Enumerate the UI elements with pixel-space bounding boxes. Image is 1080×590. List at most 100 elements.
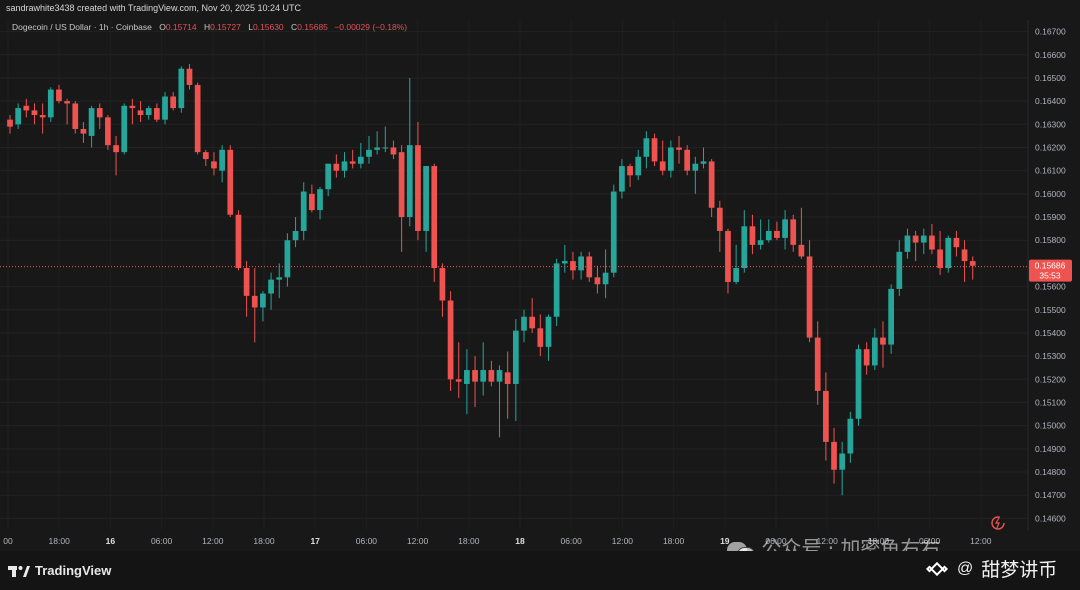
candle-body <box>488 370 495 382</box>
candlestick-chart[interactable]: 0.16700 0.16600 0.16500 0.16400 0.16300 0.162… <box>0 0 1080 551</box>
candle-body <box>692 163 699 171</box>
candle-body <box>708 161 715 208</box>
candle-body <box>317 189 323 211</box>
candle-body <box>382 147 389 149</box>
candle-body <box>227 149 234 215</box>
candle-body <box>145 108 152 116</box>
candle[interactable] <box>553 258 560 326</box>
candle-body <box>880 337 886 345</box>
candle-body <box>823 390 829 442</box>
price-tick-label: 0.15900 <box>1035 212 1066 222</box>
candle-body <box>415 145 421 231</box>
time-tick-label: 18:00 <box>253 536 275 546</box>
time-tick-label: 16 <box>106 536 116 546</box>
candle-body <box>374 147 380 150</box>
candle[interactable] <box>431 163 438 282</box>
price-tick-label: 0.15400 <box>1035 328 1066 338</box>
candle[interactable] <box>227 145 234 218</box>
candle-body <box>855 349 862 419</box>
candle-body <box>594 277 601 285</box>
candle-body <box>366 149 372 157</box>
candle-body <box>619 166 625 192</box>
tradingview-logo[interactable]: TradingView <box>8 563 111 578</box>
candle[interactable] <box>194 82 201 155</box>
candle-body <box>863 349 870 366</box>
candle[interactable] <box>888 284 894 354</box>
time-tick-label: 17 <box>310 536 320 546</box>
candle-body <box>668 147 674 171</box>
candle-body <box>178 68 185 109</box>
price-tick-label: 0.16100 <box>1035 166 1066 176</box>
candle-body <box>113 145 119 153</box>
candle-body <box>716 207 723 231</box>
current-price-badge: 0.15686 35:53 <box>1029 259 1072 282</box>
candle-body <box>447 300 454 380</box>
candle-body <box>276 277 283 280</box>
binance-icon <box>925 561 949 576</box>
candle[interactable] <box>235 210 242 271</box>
candle-body <box>357 156 364 164</box>
candle-body <box>170 96 177 109</box>
price-tick-label: 0.14900 <box>1035 444 1066 454</box>
price-tick-label: 0.16500 <box>1035 73 1066 83</box>
candle-body <box>121 105 128 153</box>
candle-body <box>839 453 846 470</box>
candle-body <box>480 370 487 382</box>
price-tick-label: 0.15100 <box>1035 398 1066 408</box>
open-value: 0.15714 <box>165 22 197 32</box>
candle[interactable] <box>855 344 862 426</box>
candle[interactable] <box>105 115 111 150</box>
candle-body <box>774 230 780 238</box>
candle-body <box>888 288 894 345</box>
candle[interactable] <box>178 66 185 113</box>
candle-body <box>243 268 250 296</box>
candle-body <box>733 268 739 282</box>
candle-body <box>300 191 307 231</box>
at-icon: @ <box>957 559 974 577</box>
candle[interactable] <box>447 291 454 391</box>
price-tick-label: 0.16300 <box>1035 119 1066 129</box>
candle-body <box>659 161 666 171</box>
candle-body <box>553 263 560 317</box>
candle-body <box>953 237 960 248</box>
time-tick-label: 18 <box>515 536 525 546</box>
candle-body <box>847 418 854 454</box>
candle-body <box>472 370 478 382</box>
price-tick-label: 0.14700 <box>1035 490 1066 500</box>
candle-body <box>831 441 837 470</box>
candle-body <box>741 226 748 269</box>
time-tick-label: 06:00 <box>151 536 173 546</box>
close-value: 0.15685 <box>297 22 328 32</box>
candle[interactable] <box>651 133 658 167</box>
candle-body <box>72 103 79 129</box>
candle[interactable] <box>121 103 128 155</box>
candle-body <box>602 272 609 285</box>
candle-body <box>137 110 144 116</box>
candle-body <box>635 156 642 176</box>
candle-body <box>268 279 274 294</box>
candle-body <box>790 219 797 245</box>
candle-body <box>260 293 266 308</box>
candle[interactable] <box>47 87 54 122</box>
candle-body <box>423 166 429 231</box>
price-tick-label: 0.16000 <box>1035 189 1066 199</box>
candle-body <box>251 295 258 308</box>
candle-body <box>194 84 201 153</box>
candle-body <box>765 230 772 241</box>
candle-body <box>309 193 315 211</box>
candle-body <box>464 370 470 384</box>
candle-body <box>920 235 927 243</box>
candle-body <box>529 316 536 329</box>
candle-body <box>684 149 691 171</box>
symbol-name[interactable]: Dogecoin / US Dollar · 1h · Coinbase <box>12 22 152 32</box>
time-tick-label: 18:00 <box>663 536 685 546</box>
candle-body <box>610 191 617 273</box>
candle-body <box>945 237 952 269</box>
candle[interactable] <box>162 91 168 125</box>
candle-body <box>798 244 805 257</box>
candle[interactable] <box>610 184 617 278</box>
symbol-legend[interactable]: Dogecoin / US Dollar · 1h · Coinbase O0.… <box>12 22 407 32</box>
open-label: O <box>159 22 166 32</box>
candle[interactable] <box>72 101 79 134</box>
refresh-icon[interactable] <box>989 514 1007 532</box>
